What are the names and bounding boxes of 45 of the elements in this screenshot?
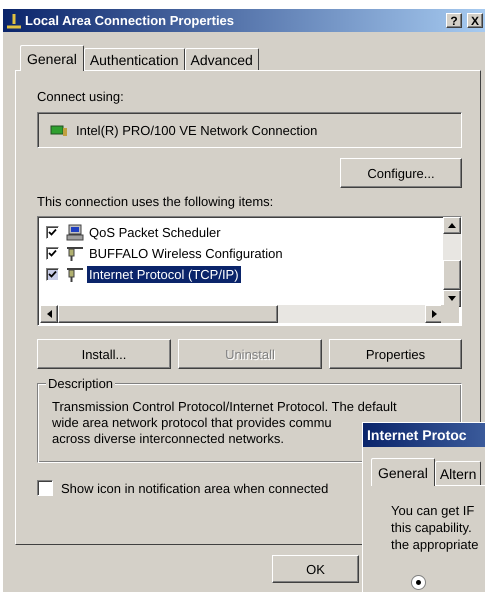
list-item[interactable]: QoS Packet Scheduler [87, 224, 223, 241]
right-arrow-icon [432, 310, 436, 318]
vertical-scrollbar[interactable] [443, 217, 461, 307]
radio-button[interactable] [411, 575, 426, 590]
intro-text: the appropriate [391, 536, 480, 553]
close-button[interactable]: X [467, 13, 483, 28]
tab[interactable]: General [20, 45, 84, 71]
dialog-title: Internet Protoc [363, 423, 485, 447]
scroll-thumb[interactable] [443, 260, 461, 290]
items-label: This connection uses the following items: [37, 194, 274, 209]
checkbox[interactable] [46, 268, 59, 281]
list-item[interactable]: BUFFALO Wireless Configuration [87, 245, 285, 262]
intro-text: this capability. [391, 519, 473, 536]
up-arrow-icon [448, 223, 456, 228]
description-text: across diverse interconnected networks. [52, 431, 284, 447]
network-icon [6, 12, 22, 28]
left-arrow-icon [46, 310, 52, 318]
checkbox[interactable] [37, 480, 53, 496]
help-button[interactable]: ? [446, 13, 462, 28]
down-arrow-icon [448, 296, 456, 301]
network-cable-icon [66, 245, 84, 262]
action-button[interactable]: Install... [37, 339, 171, 369]
description-title: Description [46, 376, 116, 391]
scroll-thumb[interactable] [58, 305, 278, 323]
tab[interactable]: General [371, 458, 435, 486]
connect-using-label: Connect using: [37, 89, 124, 104]
tab[interactable]: Authentication [84, 48, 185, 70]
list-item[interactable]: Internet Protocol (TCP/IP) [87, 266, 241, 283]
tab[interactable]: Advanced [184, 48, 259, 70]
checkbox-label[interactable]: Show icon in notification area when connected [61, 480, 328, 496]
intro-text: You can get IF [391, 502, 476, 519]
network-card-icon [50, 124, 68, 136]
configure-button[interactable]: Configure... [340, 158, 462, 188]
description-text: Transmission Control Protocol/Internet Protocol. The default [52, 399, 397, 415]
adapter-name: Intel(R) PRO/100 VE Network Connection [76, 122, 318, 138]
description-text: wide area network protocol that provides commu [52, 415, 332, 431]
window-title: Local Area Connection Properties [25, 13, 236, 28]
action-button[interactable]: Properties [329, 339, 462, 369]
horizontal-scrollbar[interactable] [40, 305, 443, 323]
ok-button[interactable]: OK [272, 555, 359, 583]
computer-icon [66, 224, 84, 241]
scroll-left-button[interactable] [40, 305, 58, 323]
scroll-up-button[interactable] [443, 217, 461, 234]
network-cable-icon [66, 266, 84, 283]
tab[interactable]: Altern [434, 461, 482, 485]
